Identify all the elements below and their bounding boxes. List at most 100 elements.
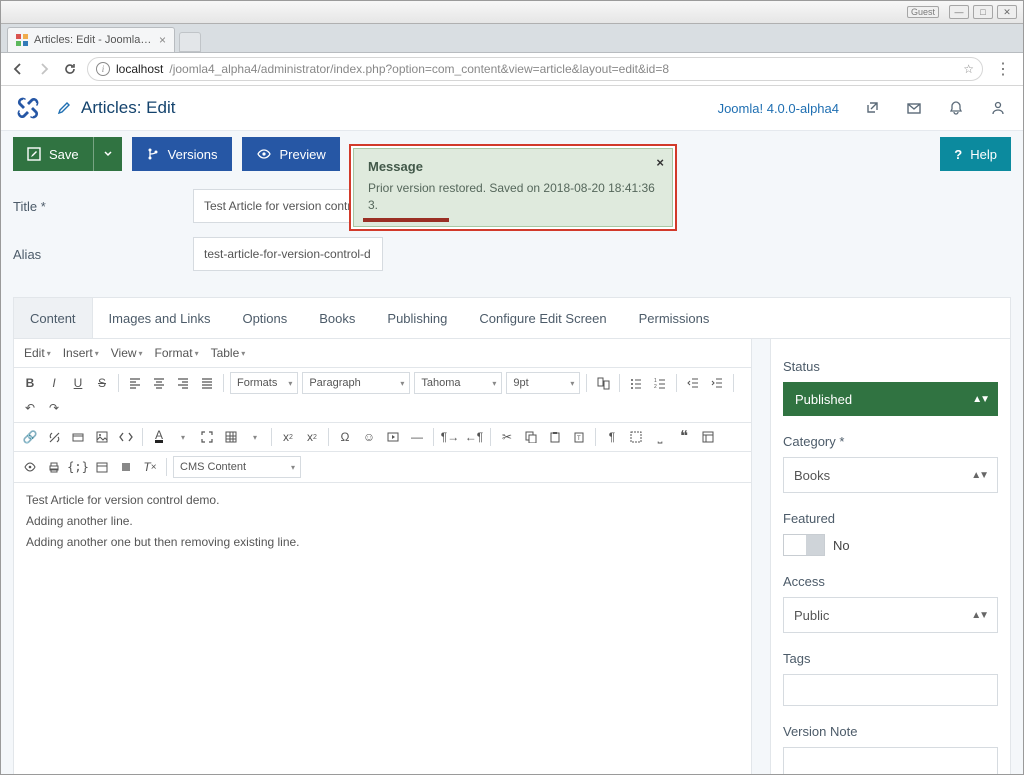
copy-icon[interactable] — [521, 427, 541, 447]
nav-reload-icon[interactable] — [61, 60, 79, 78]
template-icon[interactable] — [698, 427, 718, 447]
window-minimize-button[interactable]: ― — [949, 5, 969, 19]
editor-menu-view[interactable]: View▾ — [107, 343, 147, 363]
fullscreen-icon[interactable] — [197, 427, 217, 447]
tab-books[interactable]: Books — [303, 298, 371, 338]
tags-input[interactable] — [783, 674, 998, 706]
site-info-icon[interactable]: i — [96, 62, 110, 76]
browser-tab-close-icon[interactable]: × — [159, 33, 166, 47]
tab-permissions[interactable]: Permissions — [623, 298, 726, 338]
font-size-select[interactable]: 9pt▾ — [506, 372, 580, 394]
tab-options[interactable]: Options — [226, 298, 303, 338]
insert-date-icon[interactable] — [92, 457, 112, 477]
align-center-icon[interactable] — [149, 373, 169, 393]
bold-icon[interactable]: B — [20, 373, 40, 393]
table-icon[interactable] — [221, 427, 241, 447]
access-select[interactable]: Public ▲▼ — [783, 597, 998, 633]
editor-menu-table[interactable]: Table▾ — [207, 343, 250, 363]
joomla-version-link[interactable]: Joomla! 4.0.0-alpha4 — [718, 101, 839, 116]
paste-icon[interactable] — [545, 427, 565, 447]
underline-icon[interactable]: U — [68, 373, 88, 393]
bullet-list-icon[interactable] — [626, 373, 646, 393]
rtl-icon[interactable]: ←¶ — [464, 427, 484, 447]
url-input[interactable]: i localhost /joomla4_alpha4/administrato… — [87, 57, 983, 81]
tab-content[interactable]: Content — [14, 298, 93, 338]
hr-icon[interactable]: ― — [407, 427, 427, 447]
tab-images-links[interactable]: Images and Links — [93, 298, 227, 338]
editor-menu-insert[interactable]: Insert▾ — [59, 343, 103, 363]
featured-toggle[interactable]: No — [783, 534, 998, 556]
bell-icon[interactable] — [947, 99, 965, 117]
align-right-icon[interactable] — [173, 373, 193, 393]
ltr-icon[interactable]: ¶→ — [440, 427, 460, 447]
tab-publishing[interactable]: Publishing — [371, 298, 463, 338]
code-sample-icon[interactable]: {;} — [68, 457, 88, 477]
paste-text-icon[interactable]: T — [569, 427, 589, 447]
editor-menu-edit[interactable]: Edit▾ — [20, 343, 55, 363]
text-color-icon[interactable]: A — [149, 427, 169, 447]
tab-configure-edit[interactable]: Configure Edit Screen — [463, 298, 622, 338]
status-select[interactable]: Published ▲▼ — [783, 382, 998, 416]
editor-toolbar-row2: 🔗 A ▾ ▾ x2 x2 Ω ☺ — [14, 423, 751, 452]
redo-icon[interactable]: ↷ — [44, 398, 64, 418]
emoji-icon[interactable]: ☺ — [359, 427, 379, 447]
undo-icon[interactable]: ↶ — [20, 398, 40, 418]
user-icon[interactable] — [989, 99, 1007, 117]
block-select[interactable]: Paragraph▾ — [302, 372, 410, 394]
alias-input[interactable] — [193, 237, 383, 271]
find-replace-icon[interactable] — [593, 373, 613, 393]
save-button[interactable]: Save — [13, 137, 93, 171]
align-left-icon[interactable] — [125, 373, 145, 393]
new-tab-button[interactable] — [179, 32, 201, 52]
image-icon[interactable] — [92, 427, 112, 447]
nav-back-icon[interactable] — [9, 60, 27, 78]
strikethrough-icon[interactable]: S — [92, 373, 112, 393]
link-icon[interactable]: 🔗 — [20, 427, 40, 447]
open-external-icon[interactable] — [863, 99, 881, 117]
background-color-icon[interactable] — [116, 457, 136, 477]
editor-menu-format[interactable]: Format▾ — [151, 343, 203, 363]
align-justify-icon[interactable] — [197, 373, 217, 393]
preview-button[interactable]: Preview — [242, 137, 340, 171]
cms-content-select[interactable]: CMS Content▾ — [173, 456, 301, 478]
category-select[interactable]: Books ▲▼ — [783, 457, 998, 493]
source-code-icon[interactable] — [116, 427, 136, 447]
number-list-icon[interactable]: 12 — [650, 373, 670, 393]
preview-icon[interactable] — [20, 457, 40, 477]
special-char-icon[interactable]: Ω — [335, 427, 355, 447]
formats-select[interactable]: Formats▾ — [230, 372, 298, 394]
unlink-icon[interactable] — [44, 427, 64, 447]
clear-formatting-icon[interactable]: T× — [140, 457, 160, 477]
switch-icon[interactable] — [783, 534, 825, 556]
window-close-button[interactable]: ✕ — [997, 5, 1017, 19]
text-color-caret-icon[interactable]: ▾ — [173, 427, 193, 447]
subscript-icon[interactable]: x2 — [278, 427, 298, 447]
editor-body[interactable]: Test Article for version control demo. A… — [14, 483, 751, 775]
save-dropdown-button[interactable] — [93, 137, 122, 171]
versions-button[interactable]: Versions — [132, 137, 232, 171]
outdent-icon[interactable] — [683, 373, 703, 393]
browser-tab[interactable]: Articles: Edit - Joomla 4 Te... × — [7, 27, 175, 52]
nbsp-icon[interactable]: ⎵ — [650, 427, 670, 447]
nav-forward-icon[interactable] — [35, 60, 53, 78]
show-invisible-icon[interactable]: ¶ — [602, 427, 622, 447]
browser-menu-icon[interactable]: ⋮ — [991, 59, 1015, 79]
font-select[interactable]: Tahoma▾ — [414, 372, 502, 394]
window-maximize-button[interactable]: □ — [973, 5, 993, 19]
show-blocks-icon[interactable] — [626, 427, 646, 447]
bookmark-star-icon[interactable]: ☆ — [963, 62, 974, 76]
italic-icon[interactable]: I — [44, 373, 64, 393]
cut-icon[interactable]: ✂ — [497, 427, 517, 447]
version-note-input[interactable] — [783, 747, 998, 775]
joomla-logo-icon — [17, 97, 39, 119]
anchor-icon[interactable] — [68, 427, 88, 447]
mail-icon[interactable] — [905, 99, 923, 117]
blockquote-icon[interactable]: ❝ — [674, 427, 694, 447]
print-icon[interactable] — [44, 457, 64, 477]
media-icon[interactable] — [383, 427, 403, 447]
superscript-icon[interactable]: x2 — [302, 427, 322, 447]
table-caret-icon[interactable]: ▾ — [245, 427, 265, 447]
indent-icon[interactable] — [707, 373, 727, 393]
message-close-icon[interactable]: × — [656, 155, 664, 170]
help-button[interactable]: ? Help — [940, 137, 1011, 171]
